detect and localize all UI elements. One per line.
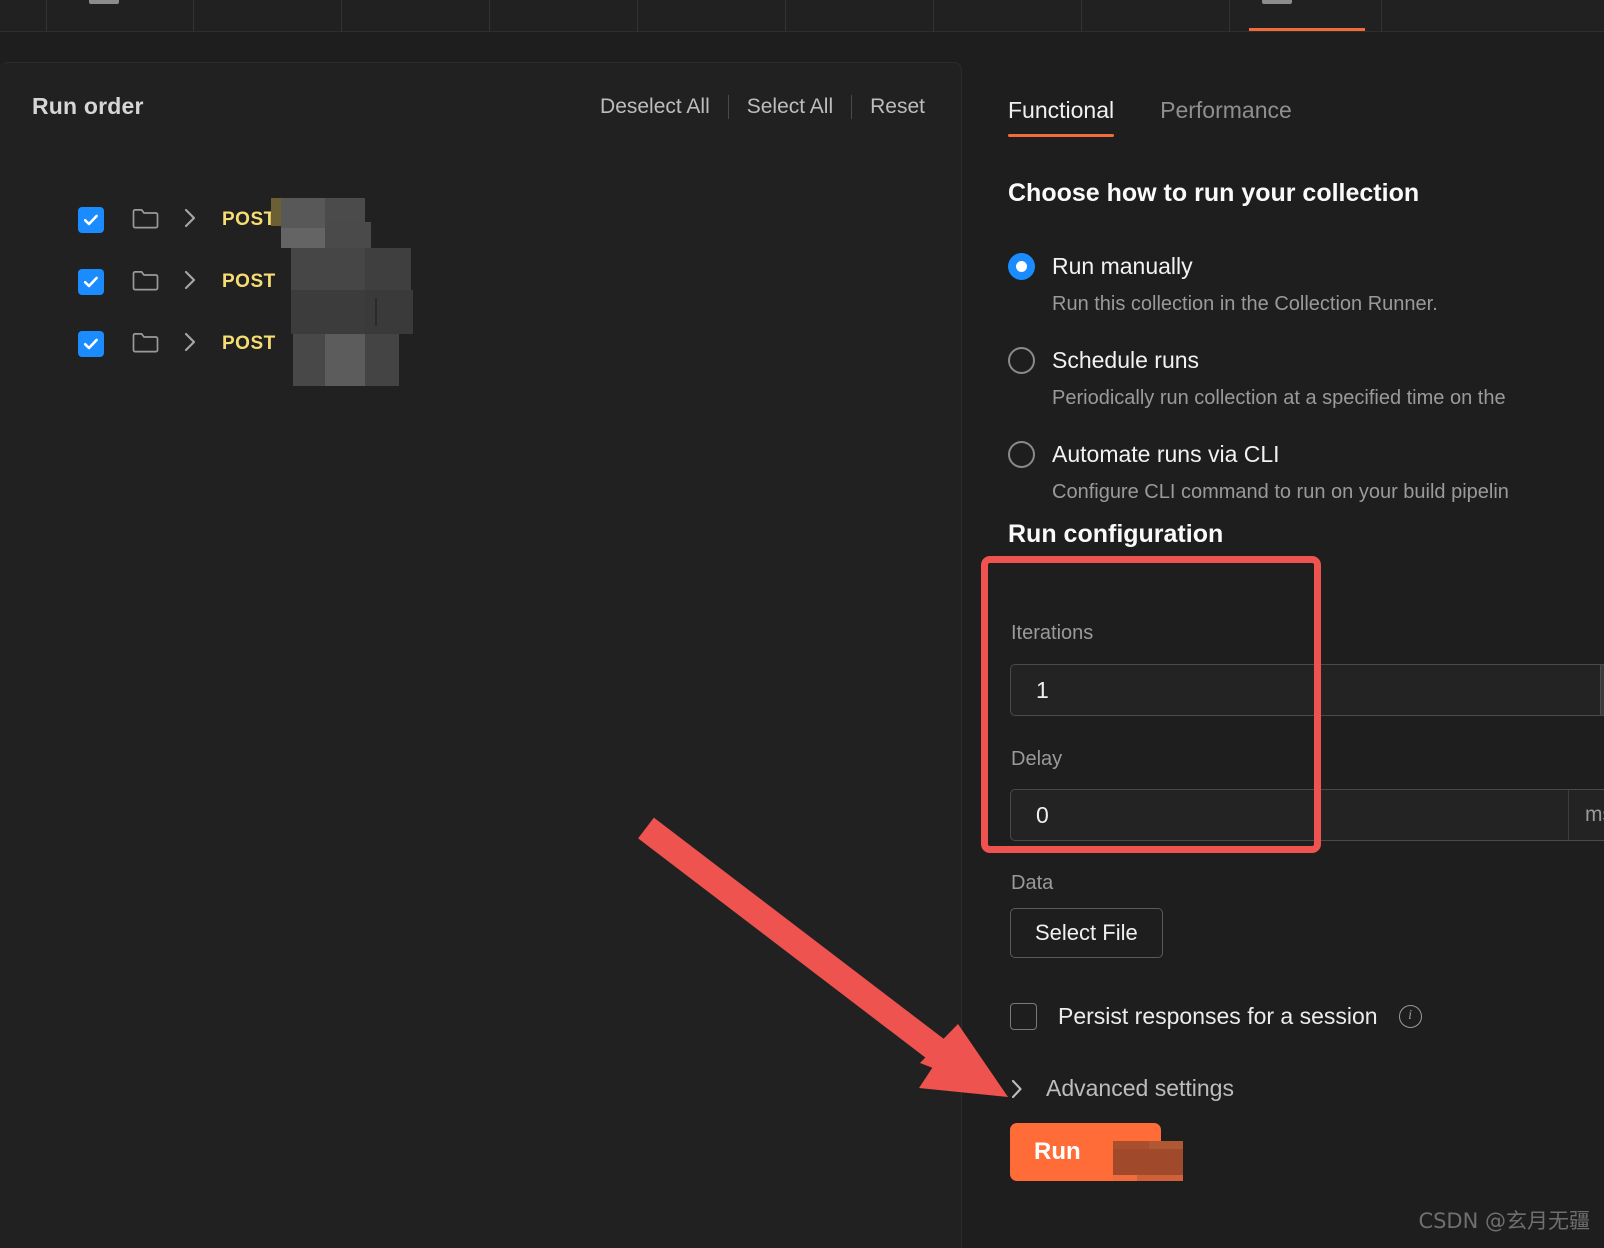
delay-unit: ms	[1568, 790, 1604, 840]
delay-input[interactable]: 0 ms	[1010, 789, 1604, 841]
radio-description: Periodically run collection at a specifi…	[1052, 387, 1506, 409]
tab-chip-icon	[89, 0, 119, 4]
page-title: Run order	[32, 93, 144, 119]
top-tab[interactable]	[786, 0, 934, 32]
run-order-panel: Run order Deselect All Select All Reset	[0, 62, 962, 1248]
radio-option-run-manually[interactable]: Run manually Run this collection in the …	[1008, 250, 1604, 318]
list-item[interactable]: POST	[0, 251, 961, 313]
run-mode-radio-group: Run manually Run this collection in the …	[1008, 250, 1604, 506]
radio-button[interactable]	[1008, 441, 1035, 468]
run-button-label: Run	[1034, 1138, 1081, 1165]
run-button[interactable]: Run	[1010, 1123, 1161, 1181]
radio-description: Configure CLI command to run on your bui…	[1052, 481, 1509, 503]
run-order-header: Run order Deselect All Select All Reset	[0, 63, 961, 163]
radio-description: Run this collection in the Collection Ru…	[1052, 293, 1438, 315]
top-tab[interactable]	[490, 0, 638, 32]
tab-performance[interactable]: Performance	[1160, 97, 1292, 137]
app-window: Run order Deselect All Select All Reset	[0, 0, 1604, 1248]
row-checkbox[interactable]	[78, 269, 104, 295]
top-tab-strip	[0, 0, 1604, 32]
runner-settings-panel: Functional Performance Choose how to run…	[985, 40, 1604, 1248]
row-checkbox[interactable]	[78, 207, 104, 233]
radio-label: Schedule runs	[1052, 347, 1200, 373]
top-tab[interactable]	[1082, 0, 1230, 32]
iterations-input[interactable]: 1	[1010, 664, 1604, 716]
radio-label: Automate runs via CLI	[1052, 441, 1280, 467]
iterations-label: Iterations	[1011, 622, 1094, 644]
info-icon[interactable]: i	[1398, 1005, 1422, 1028]
delay-value: 0	[1036, 801, 1049, 828]
radio-button[interactable]	[1008, 253, 1035, 280]
run-order-list: POST POST POST	[0, 189, 961, 375]
tab-functional[interactable]: Functional	[1008, 97, 1115, 137]
radio-button[interactable]	[1008, 347, 1035, 374]
tab-chip-icon	[1262, 0, 1292, 4]
top-tab[interactable]	[46, 0, 194, 32]
advanced-settings-toggle[interactable]: Advanced settings	[1010, 1075, 1234, 1102]
chevron-right-icon	[183, 207, 198, 234]
deselect-all-button[interactable]: Deselect All	[582, 95, 728, 119]
run-order-actions: Deselect All Select All Reset	[582, 95, 925, 119]
select-all-button[interactable]: Select All	[729, 95, 851, 119]
select-file-button[interactable]: Select File	[1010, 908, 1163, 958]
persist-responses-label: Persist responses for a session	[1058, 1003, 1378, 1029]
request-method: POST	[222, 209, 276, 230]
chevron-right-icon	[183, 331, 198, 358]
list-item[interactable]: POST	[0, 313, 961, 375]
persist-responses-row[interactable]: Persist responses for a session i	[1010, 1003, 1422, 1030]
request-method: POST	[222, 333, 276, 354]
request-method: POST	[222, 271, 276, 292]
top-tab[interactable]	[934, 0, 1082, 32]
folder-icon	[132, 268, 159, 297]
run-configuration-title: Run configuration	[1008, 520, 1224, 548]
radio-label: Run manually	[1052, 253, 1193, 279]
csdn-watermark: CSDN @玄月无疆	[1418, 1209, 1590, 1233]
delay-label: Delay	[1011, 748, 1063, 770]
radio-option-automate-cli[interactable]: Automate runs via CLI Configure CLI comm…	[1008, 438, 1604, 506]
row-checkbox[interactable]	[78, 331, 104, 357]
top-tab[interactable]	[638, 0, 786, 32]
radio-option-schedule-runs[interactable]: Schedule runs Periodically run collectio…	[1008, 344, 1604, 412]
top-tab[interactable]	[342, 0, 490, 32]
iterations-stepper[interactable]	[1600, 665, 1604, 715]
list-item[interactable]: POST	[0, 189, 961, 251]
active-tab-underline	[1249, 28, 1365, 31]
top-tab[interactable]	[194, 0, 342, 32]
chevron-right-icon	[1010, 1078, 1024, 1100]
chevron-right-icon	[183, 269, 198, 296]
reset-button[interactable]: Reset	[852, 95, 925, 119]
data-label: Data	[1011, 872, 1054, 894]
iterations-value: 1	[1036, 676, 1049, 703]
folder-icon	[132, 330, 159, 359]
folder-icon	[132, 206, 159, 235]
persist-responses-checkbox[interactable]	[1010, 1003, 1037, 1030]
advanced-settings-label: Advanced settings	[1046, 1075, 1234, 1101]
choose-run-mode-title: Choose how to run your collection	[1008, 179, 1420, 207]
runner-tabs: Functional Performance	[1008, 97, 1292, 137]
